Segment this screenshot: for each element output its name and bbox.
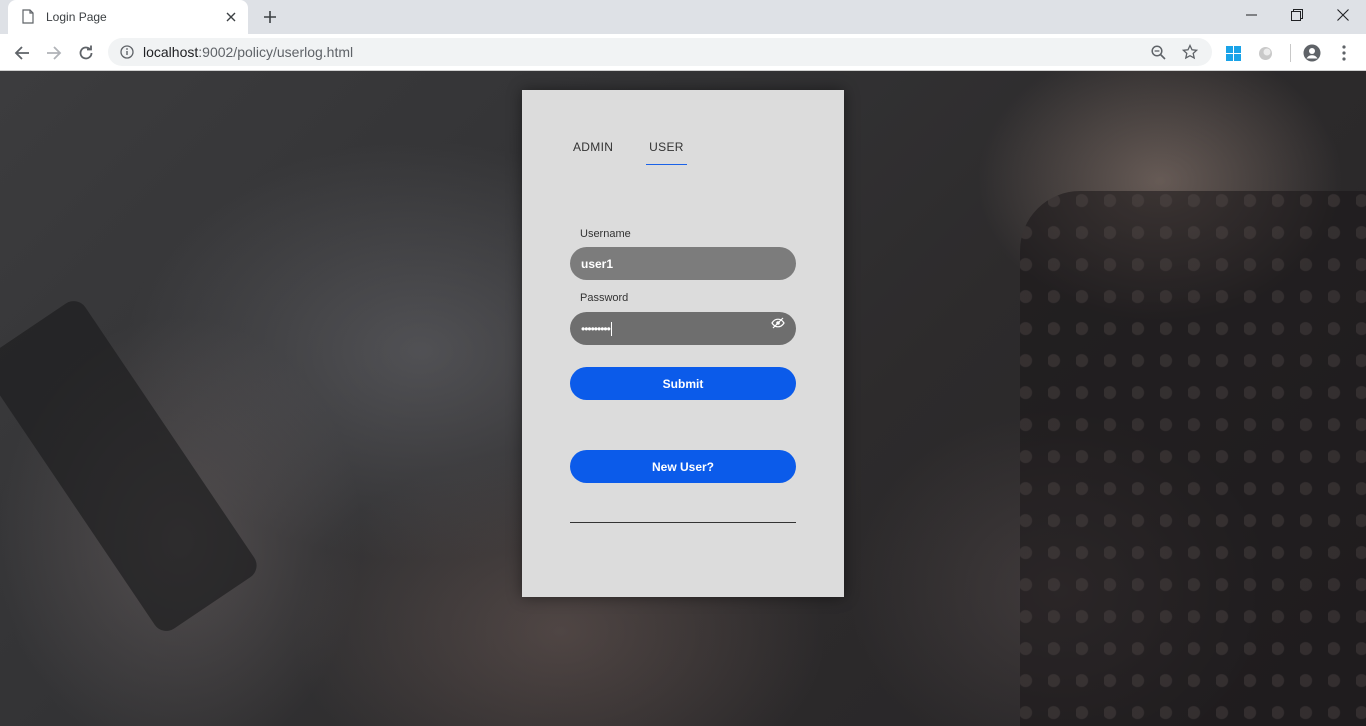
login-card: ADMIN USER Username user1 Password •••••… <box>522 90 844 597</box>
back-arrow-icon[interactable] <box>8 39 36 67</box>
kebab-menu-icon[interactable] <box>1333 42 1355 64</box>
minimize-icon[interactable] <box>1228 0 1274 30</box>
close-icon[interactable] <box>224 10 238 24</box>
tab-strip: Login Page <box>0 0 1366 34</box>
info-icon[interactable] <box>120 45 134 59</box>
zoom-out-icon[interactable] <box>1144 38 1172 66</box>
windows-icon[interactable] <box>1222 42 1244 64</box>
browser-tab[interactable]: Login Page <box>8 0 248 34</box>
background-photo-fabric <box>1020 191 1366 726</box>
divider <box>570 522 796 523</box>
browser-toolbar: localhost:9002/policy/userlog.html <box>0 34 1366 71</box>
close-window-icon[interactable] <box>1320 0 1366 30</box>
url-path: :9002/policy/userlog.html <box>198 44 354 60</box>
username-field[interactable]: user1 <box>570 247 796 280</box>
tab-title: Login Page <box>46 10 107 24</box>
toolbar-separator <box>1290 44 1291 62</box>
url-host: localhost <box>143 44 199 60</box>
circle-icon[interactable] <box>1254 42 1276 64</box>
background-photo-phone <box>0 295 263 637</box>
submit-button[interactable]: Submit <box>570 367 796 400</box>
password-label: Password <box>580 292 629 304</box>
password-field[interactable]: ••••••••• <box>570 312 796 345</box>
new-user-button[interactable]: New User? <box>570 450 796 483</box>
tab-admin[interactable]: ADMIN <box>573 140 617 165</box>
address-bar[interactable]: localhost:9002/policy/userlog.html <box>108 38 1212 66</box>
reload-icon[interactable] <box>72 39 100 67</box>
plus-icon[interactable] <box>258 6 282 28</box>
password-value: ••••••••• <box>581 321 611 336</box>
account-icon[interactable] <box>1301 42 1323 64</box>
forward-arrow-icon[interactable] <box>40 39 68 67</box>
login-tabs: ADMIN USER <box>573 140 719 165</box>
restore-icon[interactable] <box>1274 0 1320 30</box>
url-text: localhost:9002/policy/userlog.html <box>143 44 353 60</box>
username-label: Username <box>580 228 631 240</box>
page-icon <box>22 9 36 25</box>
eye-slash-icon[interactable] <box>771 317 785 329</box>
tab-user[interactable]: USER <box>646 140 687 165</box>
text-caret <box>610 321 612 336</box>
star-icon[interactable] <box>1176 38 1204 66</box>
username-value: user1 <box>581 256 614 271</box>
